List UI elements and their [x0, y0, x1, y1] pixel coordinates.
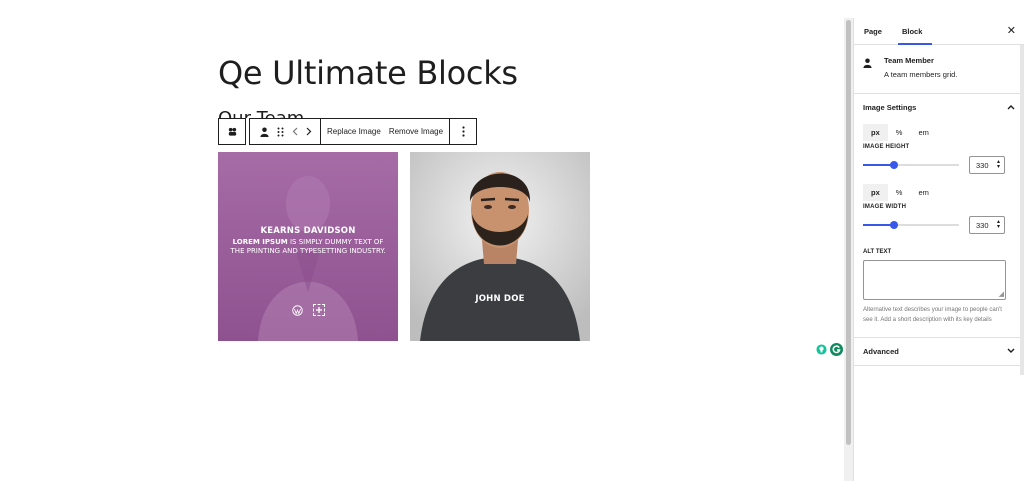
chevron-up-icon	[1007, 103, 1015, 112]
tab-page[interactable]: Page	[854, 18, 892, 44]
image-settings-toggle[interactable]: Image Settings	[854, 94, 1024, 121]
team-grid-icon	[227, 126, 238, 137]
plus-icon	[316, 307, 322, 313]
social-links	[218, 304, 398, 316]
replace-image-button[interactable]: Replace Image	[327, 127, 381, 136]
unit-px[interactable]: px	[863, 124, 888, 141]
image-width-value: 330	[976, 220, 989, 230]
member-name: JOHN DOE	[475, 294, 525, 304]
member-description: LOREM IPSUM IS SIMPLY DUMMY TEXT OF THE …	[218, 238, 398, 256]
panel-divider	[854, 365, 1024, 366]
advanced-toggle[interactable]: Advanced	[854, 338, 1024, 365]
chevron-down-icon	[1007, 347, 1015, 356]
image-height-control: 330 ▴ ▾	[863, 155, 1015, 175]
unit-percent[interactable]: %	[888, 184, 911, 201]
more-options-button[interactable]	[449, 118, 478, 145]
wordpress-icon[interactable]	[291, 304, 303, 316]
team-member-card[interactable]: KEARNS DAVIDSON LOREM IPSUM IS SIMPLY DU…	[218, 152, 398, 341]
person-icon	[863, 55, 872, 83]
spinner-icon[interactable]: ▴ ▾	[997, 219, 1000, 230]
image-width-control: 330 ▴ ▾	[863, 215, 1015, 235]
image-height-slider[interactable]	[863, 160, 959, 170]
panel-title: Image Settings	[863, 103, 917, 112]
settings-sidebar: Page Block ✕ Team Member A team members …	[853, 18, 1024, 481]
chevron-right-icon[interactable]	[306, 127, 312, 136]
member-overlay: KEARNS DAVIDSON LOREM IPSUM IS SIMPLY DU…	[218, 226, 398, 256]
image-height-input[interactable]: 330 ▴ ▾	[969, 156, 1005, 174]
drag-handle-icon[interactable]	[277, 127, 284, 137]
canvas-scrollbar[interactable]	[844, 18, 853, 481]
tab-block[interactable]: Block	[892, 18, 933, 45]
panel-title: Advanced	[863, 347, 899, 356]
sidebar-scrollbar[interactable]	[1020, 45, 1024, 375]
alt-text-label: ALT TEXT	[863, 249, 892, 255]
slider-thumb[interactable]	[889, 161, 898, 169]
add-social-button[interactable]	[313, 304, 325, 316]
unit-em[interactable]: em	[910, 124, 936, 141]
unit-em[interactable]: em	[910, 184, 936, 201]
team-member-card[interactable]: JOHN DOE	[410, 152, 590, 341]
width-unit-selector: px % em	[863, 184, 1015, 201]
height-unit-selector: px % em	[863, 124, 1015, 141]
more-vertical-icon	[461, 126, 465, 137]
lightbulb-icon[interactable]	[815, 343, 828, 356]
image-width-label: IMAGE WIDTH	[863, 204, 907, 210]
description-bold: LOREM IPSUM	[232, 238, 288, 246]
image-height-label: IMAGE HEIGHT	[863, 144, 910, 150]
spinner-icon[interactable]: ▴ ▾	[997, 159, 1000, 170]
block-movers	[249, 118, 321, 145]
block-title: Team Member	[884, 56, 934, 65]
image-actions: Replace Image Remove Image	[320, 118, 451, 145]
block-description: A team members grid.	[884, 70, 958, 79]
scrollbar-thumb[interactable]	[846, 20, 851, 445]
unit-px[interactable]: px	[863, 184, 888, 201]
editor-canvas: Qe Ultimate Blocks Our Team Replace Imag…	[0, 0, 844, 481]
chevron-left-icon[interactable]	[292, 127, 298, 136]
member-name: KEARNS DAVIDSON	[260, 226, 356, 236]
image-width-input[interactable]: 330 ▴ ▾	[969, 216, 1005, 234]
block-card: Team Member A team members grid.	[854, 45, 1024, 94]
close-icon[interactable]: ✕	[1007, 24, 1016, 38]
slider-thumb[interactable]	[889, 221, 898, 229]
member-photo	[410, 152, 590, 341]
page-title[interactable]: Qe Ultimate Blocks	[218, 54, 518, 92]
image-settings-panel: px % em IMAGE HEIGHT 330 ▴ ▾ px % em IMAG…	[854, 124, 1024, 325]
alt-text-help: Alternative text describes your image to…	[863, 307, 1002, 323]
alt-text-input[interactable]: ◢	[863, 260, 1006, 300]
grammarly-icon[interactable]	[830, 343, 843, 356]
image-width-slider[interactable]	[863, 220, 959, 230]
unit-percent[interactable]: %	[888, 124, 911, 141]
block-toolbar: Replace Image Remove Image	[218, 118, 478, 145]
image-height-value: 330	[976, 160, 989, 170]
floating-badges	[815, 343, 843, 356]
sidebar-tabs: Page Block ✕	[854, 18, 1024, 45]
select-parent-button[interactable]	[218, 118, 246, 145]
resize-handle-icon[interactable]: ◢	[999, 291, 1004, 299]
person-icon[interactable]	[260, 127, 269, 137]
remove-image-button[interactable]: Remove Image	[389, 127, 443, 136]
